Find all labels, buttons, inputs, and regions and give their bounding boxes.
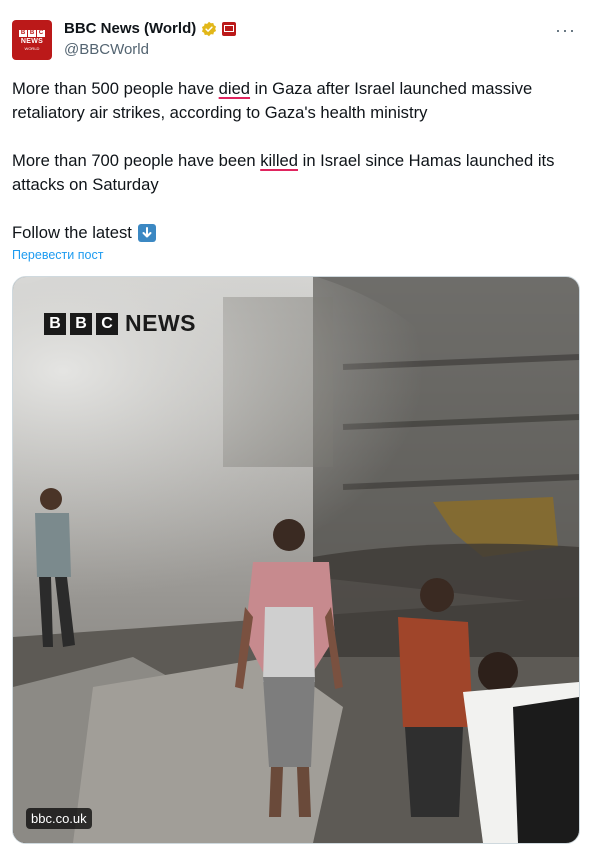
logo-block: C (96, 312, 118, 335)
logo-block: B (70, 312, 92, 335)
source-domain-badge[interactable]: bbc.co.uk (26, 808, 92, 829)
spellcheck-word: killed (260, 151, 299, 170)
logo-block: B (44, 312, 66, 335)
avatar-block: B (28, 29, 36, 37)
tweet-paragraph-1: More than 500 people have died in Gaza a… (12, 77, 582, 125)
text-segment: More than 700 people have been (12, 151, 261, 170)
down-arrow-emoji-icon (137, 224, 156, 242)
account-display-name[interactable]: BBC News (World) (64, 20, 196, 37)
follow-line: Follow the latest (12, 221, 582, 245)
more-options-icon[interactable]: ··· (555, 20, 576, 41)
text-segment: More than 500 people have (12, 79, 219, 98)
account-handle[interactable]: @BBCWorld (64, 41, 149, 58)
tweet-paragraph-2: More than 700 people have been killed in… (12, 149, 582, 197)
account-avatar[interactable]: B B C NEWS WORLD (12, 20, 52, 60)
bbc-news-watermark: B B C NEWS (44, 310, 196, 337)
affiliation-badge-icon[interactable] (222, 21, 237, 36)
verified-badge-icon[interactable] (201, 21, 217, 37)
account-name-row: BBC News (World) (64, 20, 237, 37)
logo-word: NEWS (125, 310, 196, 336)
tweet-text: More than 500 people have died in Gaza a… (12, 77, 582, 245)
photo-scene (13, 277, 579, 843)
avatar-block: B (19, 29, 27, 37)
translate-post-link[interactable]: Перевести пост (12, 248, 103, 262)
avatar-block: C (37, 29, 45, 37)
avatar-sub: WORLD (24, 45, 40, 51)
tweet-photo[interactable]: B B C NEWS bbc.co.uk (12, 276, 580, 844)
avatar-word: NEWS (20, 37, 44, 45)
follow-text: Follow the latest (12, 223, 132, 242)
spellcheck-word: died (218, 79, 251, 98)
